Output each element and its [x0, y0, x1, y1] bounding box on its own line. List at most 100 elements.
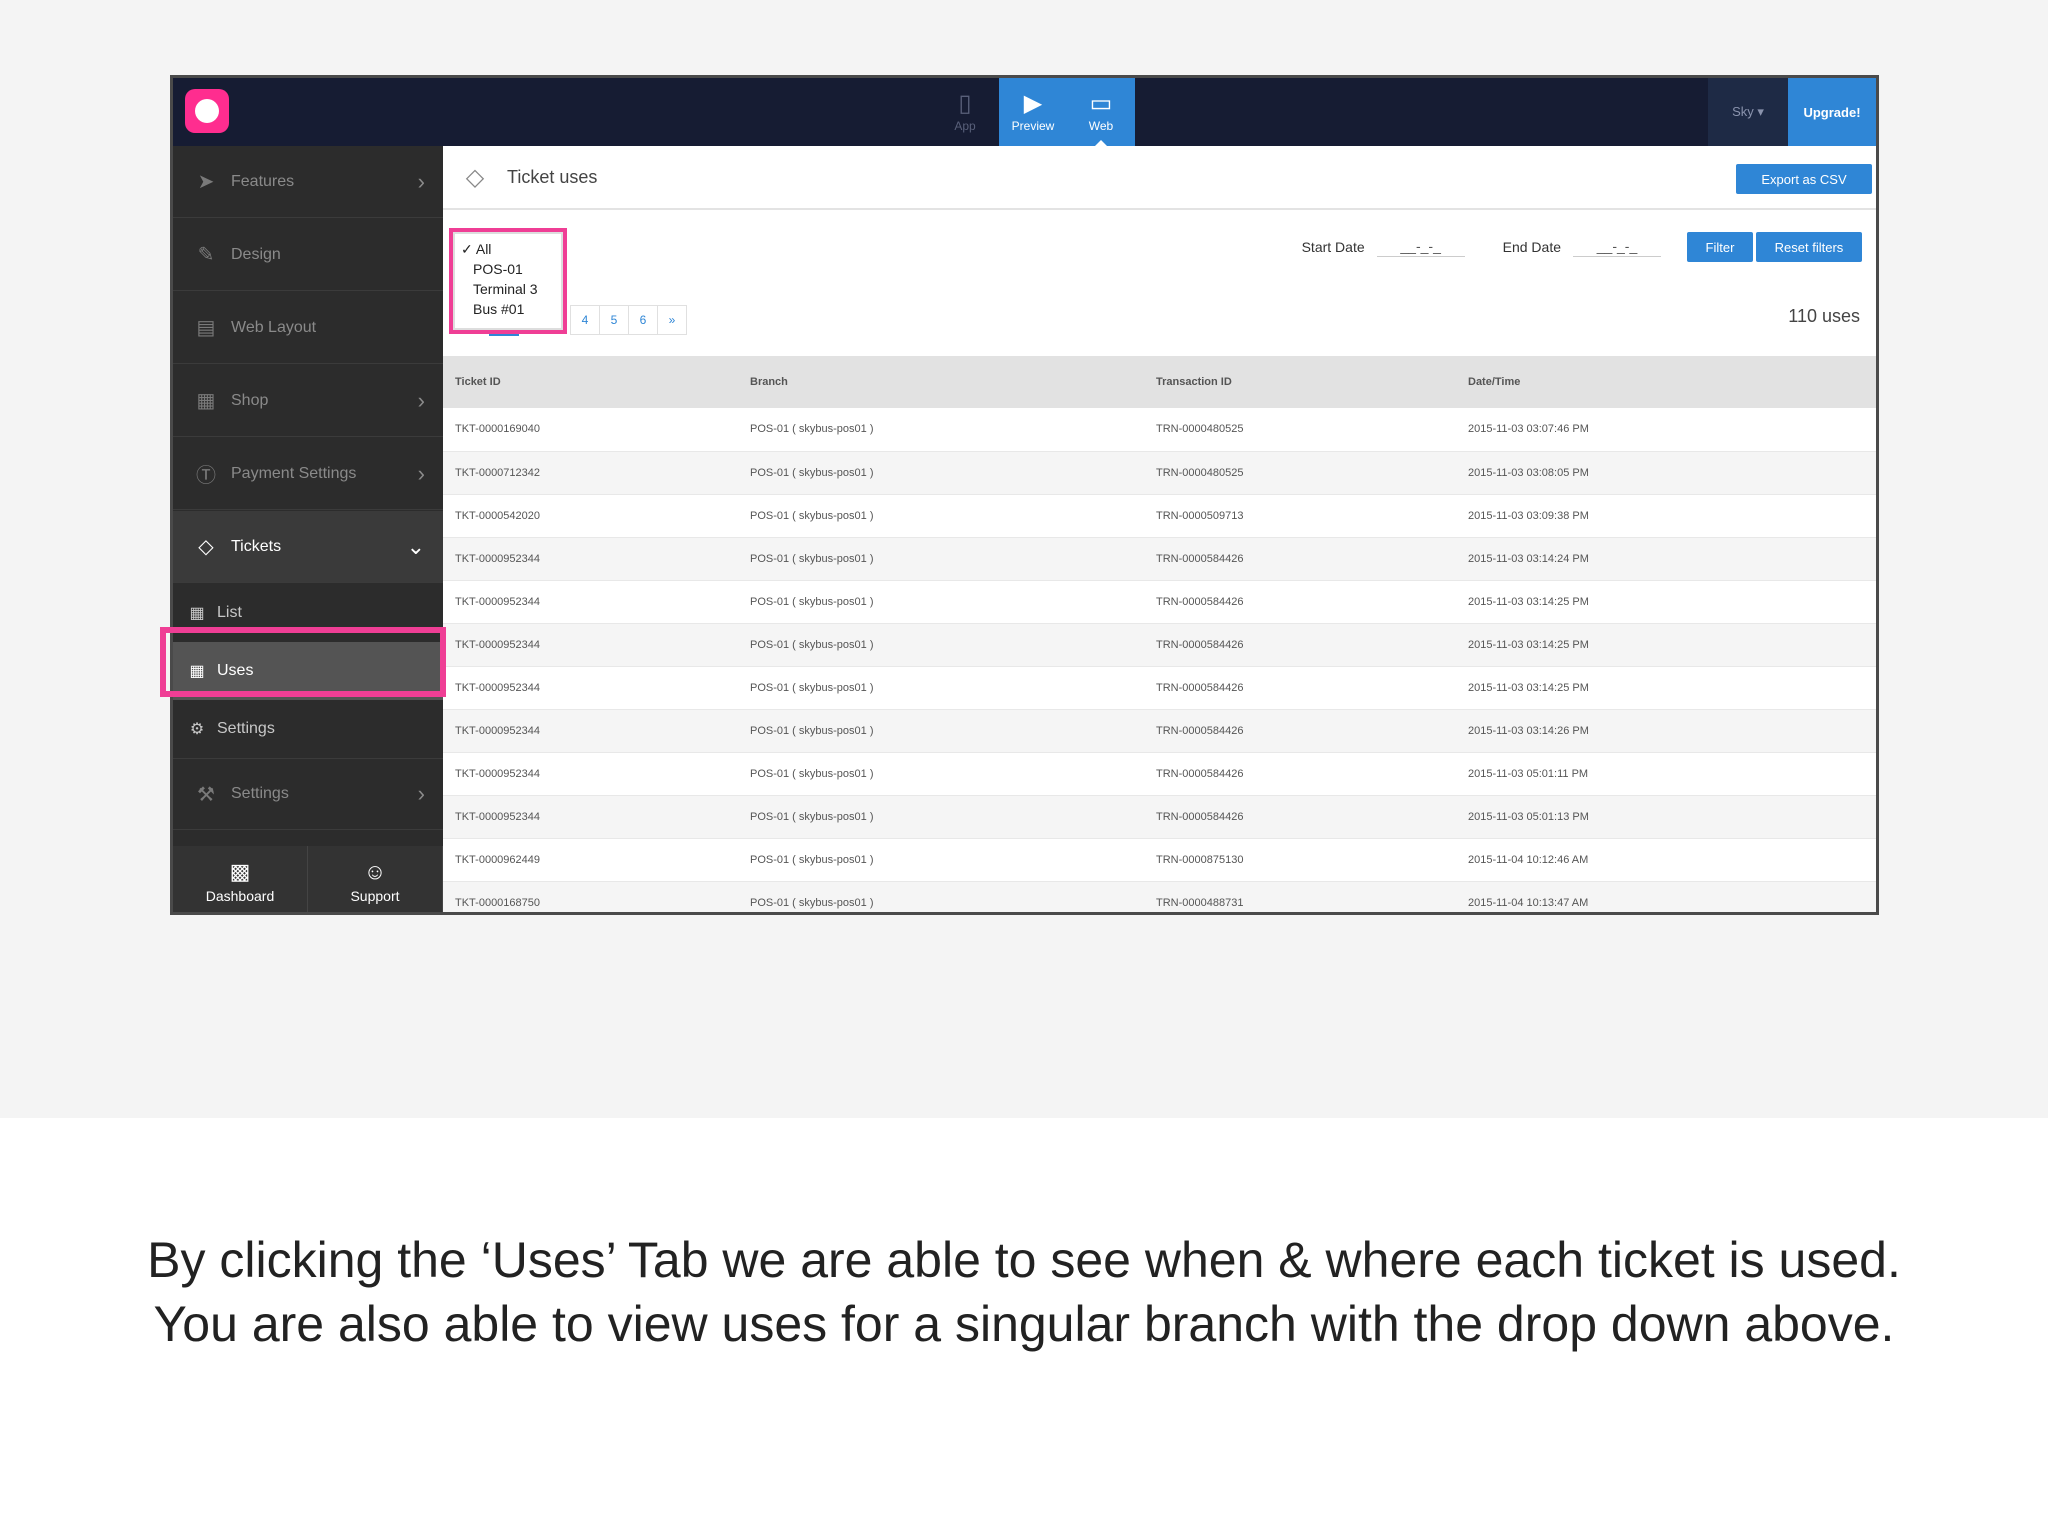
- gears-icon: ⚙: [189, 721, 205, 738]
- caption-line-1: By clicking the ‘Uses’ Tab we are able t…: [147, 1232, 1901, 1288]
- play-icon: ▶: [1023, 90, 1043, 117]
- end-date-label: End Date: [1502, 239, 1561, 255]
- reset-filters-button[interactable]: Reset filters: [1756, 232, 1862, 262]
- pager-active-indicator: [489, 332, 519, 336]
- cell-datetime: 2015-11-03 05:01:13 PM: [1468, 795, 1876, 839]
- user-menu[interactable]: Sky ▾: [1708, 78, 1788, 146]
- cell-transaction-id: TRN-0000509713: [1156, 494, 1468, 538]
- col-datetime[interactable]: Date/Time: [1468, 356, 1876, 408]
- app-logo[interactable]: [185, 89, 229, 133]
- cell-ticket-id: TKT-0000169040: [443, 408, 750, 452]
- branch-option-pos01[interactable]: POS-01: [461, 259, 555, 279]
- table-row[interactable]: TKT-0000952344 POS-01 ( skybus-pos01 ) TRN…: [443, 580, 1876, 624]
- chart-icon: ▩: [229, 859, 251, 884]
- sidebar-item-web-layout[interactable]: ▤ Web Layout: [173, 292, 443, 364]
- page-next[interactable]: »: [657, 305, 687, 335]
- sidebar-subitem-settings[interactable]: ⚙ Settings: [173, 700, 443, 758]
- cell-ticket-id: TKT-0000962449: [443, 838, 750, 882]
- table-row[interactable]: TKT-0000712342 POS-01 ( skybus-pos01 ) TRN…: [443, 451, 1876, 495]
- table-row[interactable]: TKT-0000542020 POS-01 ( skybus-pos01 ) TRN…: [443, 494, 1876, 538]
- table-row[interactable]: TKT-0000952344 POS-01 ( skybus-pos01 ) TRN…: [443, 666, 1876, 710]
- mode-preview-label: Preview: [1011, 119, 1055, 133]
- top-navbar: ▯ App ▶ Preview ▭ Web Sky ▾ Upgrade!: [173, 78, 1876, 146]
- slide-caption: By clicking the ‘Uses’ Tab we are able t…: [0, 1228, 2048, 1356]
- table-row[interactable]: TKT-0000952344 POS-01 ( skybus-pos01 ) TRN…: [443, 709, 1876, 753]
- start-date-input[interactable]: __-_-_: [1376, 238, 1465, 257]
- uses-highlight-box: [160, 627, 446, 697]
- mode-web-label: Web: [1088, 119, 1114, 133]
- cell-branch: POS-01 ( skybus-pos01 ): [750, 537, 1156, 581]
- mode-web[interactable]: ▭ Web: [1067, 78, 1135, 146]
- cell-branch: POS-01 ( skybus-pos01 ): [750, 795, 1156, 839]
- support-tab-label: Support: [350, 888, 400, 904]
- sidebar-item-design[interactable]: ✎ Design: [173, 219, 443, 291]
- sidebar-item-label: Tickets: [231, 537, 282, 555]
- table-header-row: Ticket ID Branch Transaction ID Date/Tim…: [443, 356, 1876, 408]
- phone-icon: ▯: [958, 90, 972, 117]
- cell-branch: POS-01 ( skybus-pos01 ): [750, 408, 1156, 452]
- branch-option-bus01[interactable]: Bus #01: [461, 299, 555, 319]
- chevron-right-icon: ›: [417, 460, 425, 486]
- table-row[interactable]: TKT-0000952344 POS-01 ( skybus-pos01 ) TRN…: [443, 752, 1876, 796]
- page-4[interactable]: 4: [570, 305, 600, 335]
- person-icon: ☺: [363, 859, 387, 884]
- branch-option-all[interactable]: ✓ All: [461, 239, 555, 259]
- table-row[interactable]: TKT-0000962449 POS-01 ( skybus-pos01 ) TRN…: [443, 838, 1876, 882]
- cell-branch: POS-01 ( skybus-pos01 ): [750, 494, 1156, 538]
- sidebar-item-tickets[interactable]: ◇ Tickets ⌄: [173, 511, 443, 583]
- sidebar-item-label: Settings: [231, 785, 289, 802]
- cell-datetime: 2015-11-03 03:14:25 PM: [1468, 666, 1876, 710]
- cell-datetime: 2015-11-03 03:14:25 PM: [1468, 580, 1876, 624]
- cell-ticket-id: TKT-0000542020: [443, 494, 750, 538]
- cell-datetime: 2015-11-03 03:08:05 PM: [1468, 451, 1876, 495]
- table-row[interactable]: TKT-0000169040 POS-01 ( skybus-pos01 ) TRN…: [443, 408, 1876, 452]
- sidebar: ➤ Features › ✎ Design ▤ Web Layout ▦ Sho…: [173, 146, 443, 912]
- cell-transaction-id: TRN-0000584426: [1156, 666, 1468, 710]
- cell-transaction-id: TRN-0000584426: [1156, 752, 1468, 796]
- app-window: ▯ App ▶ Preview ▭ Web Sky ▾ Upgrade! ➤ F…: [170, 75, 1879, 915]
- col-ticket-id[interactable]: Ticket ID: [443, 356, 750, 408]
- end-date-input[interactable]: __-_-_: [1573, 238, 1661, 257]
- table-row[interactable]: TKT-0000952344 POS-01 ( skybus-pos01 ) TRN…: [443, 537, 1876, 581]
- pencil-icon: ✎: [197, 244, 215, 266]
- col-transaction-id[interactable]: Transaction ID: [1156, 356, 1468, 408]
- dollar-icon: Ⓣ: [196, 465, 216, 487]
- shop-icon: ▦: [196, 390, 216, 412]
- sidebar-item-payment-settings[interactable]: Ⓣ Payment Settings ›: [173, 438, 443, 510]
- mode-app[interactable]: ▯ App: [931, 78, 999, 146]
- cell-datetime: 2015-11-03 05:01:11 PM: [1468, 752, 1876, 796]
- cell-transaction-id: TRN-0000584426: [1156, 795, 1468, 839]
- cell-transaction-id: TRN-0000584426: [1156, 623, 1468, 667]
- dashboard-tab[interactable]: ▩ Dashboard: [173, 846, 308, 912]
- checkmark-icon: ✓: [461, 241, 473, 257]
- mode-preview[interactable]: ▶ Preview: [999, 78, 1067, 146]
- table-row[interactable]: TKT-0000952344 POS-01 ( skybus-pos01 ) TRN…: [443, 623, 1876, 667]
- table-row[interactable]: TKT-0000952344 POS-01 ( skybus-pos01 ) TRN…: [443, 795, 1876, 839]
- cell-datetime: 2015-11-03 03:14:24 PM: [1468, 537, 1876, 581]
- sidebar-item-features[interactable]: ➤ Features ›: [173, 146, 443, 218]
- cell-ticket-id: TKT-0000952344: [443, 795, 750, 839]
- export-csv-button[interactable]: Export as CSV: [1736, 164, 1872, 194]
- date-filters: Start Date __-_-_ End Date __-_-_ Filter…: [1302, 232, 1862, 262]
- cell-datetime: 2015-11-03 03:14:25 PM: [1468, 623, 1876, 667]
- branch-dropdown[interactable]: ✓ All POS-01 Terminal 3 Bus #01: [449, 228, 567, 334]
- cell-datetime: 2015-11-03 03:07:46 PM: [1468, 408, 1876, 452]
- cell-ticket-id: TKT-0000952344: [443, 537, 750, 581]
- table-row[interactable]: TKT-0000168750 POS-01 ( skybus-pos01 ) TRN…: [443, 881, 1876, 912]
- branch-option-terminal3[interactable]: Terminal 3: [461, 279, 555, 299]
- sidebar-item-settings[interactable]: ⚒ Settings ›: [173, 758, 443, 830]
- page-5[interactable]: 5: [599, 305, 629, 335]
- branch-option-label: All: [475, 241, 492, 257]
- filter-button[interactable]: Filter: [1687, 232, 1753, 262]
- sidebar-bottom-tabs: ▩ Dashboard ☺ Support: [173, 846, 443, 912]
- rocket-icon: ➤: [197, 171, 215, 193]
- sidebar-item-shop[interactable]: ▦ Shop ›: [173, 365, 443, 437]
- col-branch[interactable]: Branch: [750, 356, 1156, 408]
- cell-transaction-id: TRN-0000584426: [1156, 709, 1468, 753]
- cell-transaction-id: TRN-0000480525: [1156, 408, 1468, 452]
- page-6[interactable]: 6: [628, 305, 658, 335]
- support-tab[interactable]: ☺ Support: [308, 846, 443, 912]
- upgrade-button[interactable]: Upgrade!: [1788, 78, 1876, 146]
- uses-count: 110 uses: [1788, 306, 1860, 326]
- cell-branch: POS-01 ( skybus-pos01 ): [750, 709, 1156, 753]
